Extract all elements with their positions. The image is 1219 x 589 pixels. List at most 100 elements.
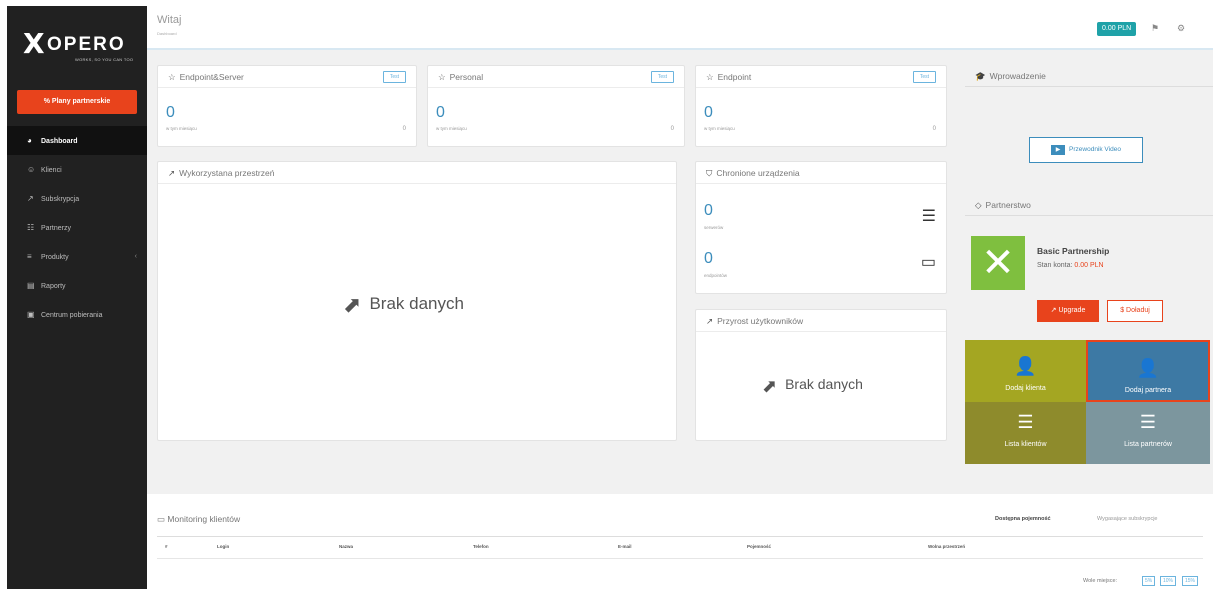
endpoint-server-card: ☆ Endpoint&Server Test 0 w tym miesiącu 0	[157, 65, 417, 147]
col-header-phone[interactable]: Telefon	[473, 544, 489, 549]
test-badge[interactable]: Test	[650, 71, 674, 83]
license-sublabel: w tym miesiącu	[436, 126, 467, 131]
license-sublabel: w tym miesiącu	[704, 126, 735, 131]
storage-usage-card: ↗ Wykorzystana przestrzeń ⬈ Brak danych	[157, 161, 677, 441]
sidebar-item-download-center[interactable]: ▣ Centrum pobierania	[7, 300, 147, 329]
logo-mark: X	[23, 27, 45, 60]
chart-icon: ↗	[27, 194, 34, 203]
endpoints-count: 0	[704, 250, 713, 267]
dashboard-icon: ◕	[27, 136, 32, 145]
divider	[157, 536, 1203, 537]
flag-icon[interactable]: ⚑	[1151, 23, 1159, 34]
test-badge[interactable]: Test	[912, 71, 936, 83]
youtube-icon: ▶	[1051, 145, 1066, 155]
logo-wordmark: OPERO	[47, 34, 126, 55]
trend-icon: ⬈	[762, 376, 778, 396]
col-header-capacity[interactable]: Pojemność	[747, 544, 771, 549]
no-data-message: ⬈ Brak danych	[762, 376, 863, 396]
license-sublabel: w tym miesiącu	[166, 126, 197, 131]
xopero-logo[interactable]: X OPERO WORKS, SO YOU CAN TOO	[23, 27, 135, 63]
trend-icon: ⬈	[343, 292, 362, 317]
page-title: Witaj	[157, 14, 182, 26]
partner-plans-button[interactable]: % Plany partnerskie	[17, 90, 137, 114]
test-badge[interactable]: Test	[382, 71, 406, 83]
list-icon: ☰	[1139, 412, 1157, 432]
line-chart-icon: ↗	[706, 316, 714, 326]
star-icon: ☆	[438, 72, 446, 82]
free-space-filter-label: Wole miejsce:	[1083, 578, 1118, 584]
monitoring-title: ▭ Monitoring klientów	[157, 514, 241, 524]
sidebar-item-subscription[interactable]: ↗ Subskrypcja	[7, 184, 147, 213]
partnership-panel: ◇ Partnerstwo ✕ Basic Partnership Stan ko…	[965, 194, 1213, 334]
app-frame: X OPERO WORKS, SO YOU CAN TOO % Plany pa…	[7, 6, 1213, 589]
sidebar-item-dashboard[interactable]: ◕ Dashboard	[7, 126, 147, 155]
partner-list-tile[interactable]: ☰ Lista partnerów	[1086, 402, 1210, 464]
logo-tagline: WORKS, SO YOU CAN TOO	[75, 57, 134, 62]
endpoints-label: endpointów	[704, 273, 728, 278]
filter-10-percent[interactable]: 10%	[1160, 576, 1177, 586]
license-month-count: 0	[402, 126, 406, 132]
servers-count: 0	[704, 202, 713, 219]
divider	[157, 558, 1203, 559]
sidebar-item-reports[interactable]: ▤ Raporty	[7, 271, 147, 300]
monitor-icon: ▭	[157, 514, 166, 524]
add-partner-tile[interactable]: 👤 Dodaj partnera	[1086, 340, 1210, 402]
user-growth-card: ↗ Przyrost użytkowników ⬈ Brak danych	[695, 309, 947, 441]
sidebar: X OPERO WORKS, SO YOU CAN TOO % Plany pa…	[7, 6, 147, 589]
reports-icon: ▤	[27, 281, 35, 290]
graduation-cap-icon: 🎓	[975, 71, 986, 81]
client-list-tile[interactable]: ☰ Lista klientów	[965, 402, 1086, 464]
sidebar-nav: ◕ Dashboard ☺ Klienci ↗ Subskrypcja ☷ Partne…	[7, 126, 147, 329]
license-count: 0	[166, 104, 175, 121]
intro-panel: 🎓 Wprowadzenie ▶ Przewodnik Video	[965, 65, 1213, 180]
list-icon: ☰	[1017, 412, 1034, 432]
license-month-count: 0	[670, 126, 674, 132]
monitor-icon: ▭	[920, 254, 936, 271]
account-balance-badge[interactable]: 0.00 PLN	[1097, 22, 1137, 36]
clients-icon: ☺	[27, 165, 36, 174]
diamond-icon: ◇	[975, 200, 982, 210]
endpoint-card: ☆ Endpoint Test 0 w tym miesiącu 0	[695, 65, 947, 147]
partners-icon: ☷	[27, 223, 35, 232]
account-balance: Stan konta: 0.00 PLN	[1037, 262, 1104, 269]
upgrade-button[interactable]: ↗ Upgrade	[1037, 300, 1099, 322]
top-header: Witaj Dashboard 0.00 PLN ⚑ ⚙	[147, 6, 1213, 50]
filter-15-percent[interactable]: 15%	[1182, 576, 1199, 586]
personal-card: ☆ Personal Test 0 w tym miesiącu 0	[427, 65, 685, 147]
chevron-left-icon: ‹	[134, 253, 137, 260]
video-guide-button[interactable]: ▶ Przewodnik Video	[1029, 137, 1143, 163]
servers-label: serwerów	[704, 225, 724, 230]
add-user-icon: 👤	[1136, 358, 1160, 378]
license-month-count: 0	[932, 126, 936, 132]
protected-devices-card: ⛉ Chronione urządzenia 0 serwerów ☰ 0 end…	[695, 161, 947, 294]
license-count: 0	[704, 104, 713, 121]
server-icon: ☰	[921, 208, 936, 225]
filter-5-percent[interactable]: 5%	[1142, 576, 1156, 586]
line-chart-icon: ↗	[168, 168, 176, 178]
download-icon: ▣	[27, 310, 35, 319]
client-monitoring-panel: ▭ Monitoring klientów Dostępna pojemność…	[147, 494, 1213, 589]
chart-icon: ↗	[1050, 307, 1057, 314]
list-icon: ≡	[27, 252, 32, 261]
breadcrumb: Dashboard	[157, 31, 177, 36]
star-icon: ☆	[706, 72, 714, 82]
top-up-button[interactable]: $ Doładuj	[1107, 300, 1163, 322]
sidebar-item-products[interactable]: ≡ Produkty ‹	[7, 242, 147, 271]
col-header-name[interactable]: Nazwa	[339, 544, 353, 549]
add-user-icon: 👤	[1014, 356, 1037, 376]
partnership-level: Basic Partnership	[1037, 246, 1110, 256]
sidebar-item-clients[interactable]: ☺ Klienci	[7, 155, 147, 184]
tab-available-capacity[interactable]: Dostępna pojemność	[995, 516, 1051, 522]
col-header-email[interactable]: E-mail	[618, 544, 632, 549]
no-data-message: ⬈ Brak danych	[343, 292, 464, 317]
add-client-tile[interactable]: 👤 Dodaj klienta	[965, 340, 1086, 402]
sidebar-item-partners[interactable]: ☷ Partnerzy	[7, 213, 147, 242]
col-header-index[interactable]: #	[165, 544, 168, 549]
col-header-free-space[interactable]: Wolna przestrzeń	[928, 544, 965, 549]
partner-level-logo: ✕	[971, 236, 1025, 290]
settings-icon[interactable]: ⚙	[1177, 23, 1185, 34]
shield-icon: ⛉	[706, 168, 713, 178]
license-count: 0	[436, 104, 445, 121]
tab-expiring-subscriptions[interactable]: Wygasające subskrypcje	[1097, 516, 1157, 522]
col-header-login[interactable]: Login	[217, 544, 229, 549]
